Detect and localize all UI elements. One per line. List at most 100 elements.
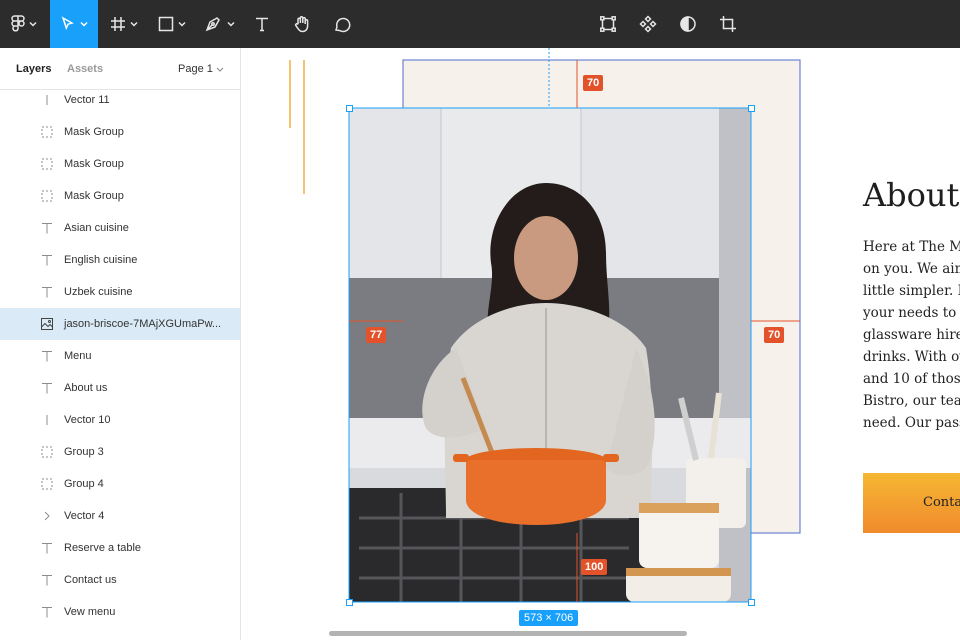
about-heading[interactable]: About u [863,176,960,214]
mask-group-icon [40,157,54,171]
layer-row[interactable]: Group 4 [0,468,240,500]
about-text-line: need. Our passi [863,415,960,431]
about-text-line: your needs to w [863,305,960,321]
layer-name: Uzbek cuisine [64,286,133,298]
text-icon [40,381,54,395]
hand-icon [294,16,309,33]
kitchen-photo[interactable] [349,108,751,602]
text-icon [40,605,54,619]
about-text-line: glassware hire a [863,327,960,343]
layer-row[interactable]: Uzbek cuisine [0,276,240,308]
layer-name: Menu [64,350,92,362]
canvas-artwork [289,48,801,603]
edit-object-button[interactable] [592,0,624,48]
chevron-down-icon [29,21,37,27]
resize-handle[interactable] [346,599,353,606]
layer-name: Asian cuisine [64,222,129,234]
frame-hash-icon [111,17,125,31]
design-canvas[interactable]: 70 77 70 100 573 × 706 About u Here at T… [241,48,960,640]
layer-row[interactable]: Vew menu [0,596,240,628]
mask-group-icon [40,125,54,139]
chevron-down-icon [178,21,186,27]
tab-assets[interactable]: Assets [67,63,103,75]
layer-name: Contact us [64,574,117,586]
rectangle-icon [158,16,174,32]
layer-name: Group 3 [64,446,104,458]
about-text-line: Bistro, our team [863,393,960,409]
crop-icon [720,16,736,32]
shape-tool-button[interactable] [150,0,194,48]
about-text-line: drinks. With ove [863,349,960,365]
layer-name: Vector 10 [64,414,111,426]
layer-row[interactable]: Vector 11 [0,84,240,116]
chevron-down-icon [227,21,235,27]
text-icon [40,285,54,299]
chevron-down-icon [80,21,88,27]
text-icon [40,221,54,235]
edit-object-icon [600,16,616,32]
layer-name: Group 4 [64,478,104,490]
layer-name: jason-briscoe-7MAjXGUmaPw... [64,318,222,330]
main-menu-button[interactable] [0,0,48,48]
cursor-arrow-icon [61,16,74,31]
chevron-right-icon[interactable] [40,509,54,523]
component-icon [639,15,657,33]
tab-layers[interactable]: Layers [16,63,51,75]
mask-button[interactable] [672,0,704,48]
resize-handle[interactable] [346,105,353,112]
text-t-icon [256,17,268,32]
layer-row[interactable]: Vector 10 [0,404,240,436]
layer-name: Mask Group [64,126,124,138]
layer-row[interactable]: Mask Group [0,148,240,180]
layer-row[interactable]: Reserve a table [0,532,240,564]
image-icon [40,317,54,331]
group-icon [40,445,54,459]
move-tool-button[interactable] [50,0,98,48]
layer-row[interactable]: Mask Group [0,116,240,148]
text-icon [40,253,54,267]
layer-name: Vector 11 [64,94,110,106]
text-tool-button[interactable] [246,0,278,48]
text-icon [40,573,54,587]
layer-row[interactable]: Contact us [0,564,240,596]
contact-button-label: Contac [923,495,960,510]
text-icon [40,349,54,363]
mask-icon [680,16,696,32]
chevron-down-icon [130,21,138,27]
layer-row[interactable]: About us [0,372,240,404]
vector-line-icon [40,413,54,427]
pen-tool-button[interactable] [198,0,242,48]
spacing-badge-left: 77 [366,327,387,343]
hand-tool-button[interactable] [286,0,318,48]
selection-size-badge: 573 × 706 [519,610,579,626]
layer-name: Mask Group [64,190,124,202]
frame-tool-button[interactable] [102,0,146,48]
chevron-down-icon [216,67,224,72]
layer-row[interactable]: Asian cuisine [0,212,240,244]
layer-row[interactable]: Menu [0,340,240,372]
create-component-button[interactable] [632,0,664,48]
layer-row[interactable]: Vector 4 [0,500,240,532]
layer-row[interactable]: Mask Group [0,180,240,212]
layers-panel: Layers Assets Page 1 Vector 11 Mask Grou… [0,48,241,640]
layer-name: English cuisine [64,254,138,266]
layer-name: Mask Group [64,158,124,170]
layer-name: Reserve a table [64,542,142,554]
spacing-badge-top: 70 [583,75,604,91]
layer-name: Vector 4 [64,510,105,522]
resize-handle[interactable] [748,105,755,112]
text-icon [40,541,54,555]
about-text-line: and 10 of those [863,371,960,387]
page-selector[interactable]: Page 1 [178,63,213,75]
comment-tool-button[interactable] [326,0,358,48]
resize-handle[interactable] [748,599,755,606]
spacing-badge-bottom: 100 [581,559,608,575]
contact-button[interactable]: Contac [863,473,960,533]
horizontal-scrollbar[interactable] [329,631,687,636]
layer-row-selected[interactable]: jason-briscoe-7MAjXGUmaPw... [0,308,240,340]
about-text-line: little simpler. Fr [863,283,960,299]
crop-button[interactable] [712,0,744,48]
layer-row[interactable]: English cuisine [0,244,240,276]
mask-group-icon [40,189,54,203]
layer-row[interactable]: Group 3 [0,436,240,468]
